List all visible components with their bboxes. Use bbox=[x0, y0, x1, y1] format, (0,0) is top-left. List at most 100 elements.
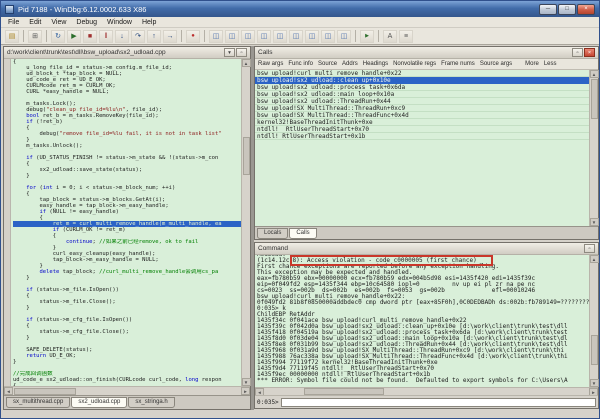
call-stack-frame-selected[interactable]: bsw_upload!sx2_udload::clean_up+0x10e bbox=[255, 77, 598, 84]
close-button[interactable]: × bbox=[577, 4, 595, 15]
calls-option-source[interactable]: Source bbox=[318, 61, 337, 67]
calls-option-more[interactable]: More bbox=[525, 61, 539, 67]
scroll-up-icon[interactable]: ▲ bbox=[590, 255, 599, 263]
locals-window-button[interactable]: ◫ bbox=[241, 30, 255, 43]
float-icon[interactable]: ▫ bbox=[236, 48, 247, 57]
step-over-button[interactable]: ↷ bbox=[131, 30, 145, 43]
registers-window-button[interactable]: ◫ bbox=[257, 30, 271, 43]
scroll-thumb[interactable] bbox=[591, 335, 598, 365]
scroll-up-icon[interactable]: ▲ bbox=[590, 70, 599, 78]
command-input[interactable] bbox=[281, 398, 596, 407]
menu-file[interactable]: File bbox=[3, 19, 24, 26]
source-line[interactable]: delete tap_block; //curl_multi_remove_ha… bbox=[13, 269, 241, 275]
stop-debugging-button[interactable]: ■ bbox=[83, 30, 97, 43]
float-icon[interactable]: ▫ bbox=[584, 244, 595, 253]
open-source-file-button[interactable]: ▤ bbox=[5, 30, 19, 43]
copy-button[interactable]: ⊞ bbox=[28, 30, 42, 43]
scratch-pad-window-icon: ◫ bbox=[325, 33, 332, 40]
calls-window-icon: ◫ bbox=[293, 33, 300, 40]
source-horizontal-scrollbar[interactable]: ◄ ► bbox=[4, 386, 250, 395]
calls-option-addrs[interactable]: Addrs bbox=[342, 61, 358, 67]
command-vertical-scrollbar[interactable]: ▲ ▼ bbox=[589, 255, 598, 387]
scroll-down-icon[interactable]: ▼ bbox=[590, 379, 599, 387]
source-mode-button[interactable]: ▶ bbox=[360, 30, 374, 43]
scroll-thumb[interactable] bbox=[243, 137, 250, 175]
calls-option-frame-nums[interactable]: Frame nums bbox=[441, 61, 475, 67]
memory-window-button[interactable]: ◫ bbox=[273, 30, 287, 43]
watch-window-button[interactable]: ◫ bbox=[225, 30, 239, 43]
source-line[interactable]: if (UD_STATUS_FINISH != status->m_state … bbox=[13, 155, 241, 161]
source-line[interactable]: debug("remove file_id=%lu fail, it is no… bbox=[13, 131, 241, 137]
run-to-cursor-button[interactable]: → bbox=[163, 30, 177, 43]
menu-bar: FileEditViewDebugWindowHelp bbox=[1, 17, 599, 28]
menu-debug[interactable]: Debug bbox=[71, 19, 102, 26]
scroll-down-icon[interactable]: ▼ bbox=[590, 218, 599, 226]
restart-button[interactable]: ↻ bbox=[51, 30, 65, 43]
close-pane-icon[interactable]: × bbox=[584, 48, 595, 57]
scroll-down-icon[interactable]: ▼ bbox=[242, 378, 251, 386]
go-button[interactable]: ▶ bbox=[67, 30, 81, 43]
source-vertical-scrollbar[interactable]: ▲ ▼ bbox=[241, 59, 250, 386]
call-stack-frame[interactable]: ntdll!__RtlUserThreadStart+0x70 bbox=[255, 126, 598, 133]
step-into-button[interactable]: ↓ bbox=[115, 30, 129, 43]
step-out-button[interactable]: ↑ bbox=[147, 30, 161, 43]
app-icon bbox=[5, 5, 14, 14]
tab-calls[interactable]: Calls bbox=[289, 228, 316, 239]
call-stack-frame[interactable]: kernel32!BaseThreadInitThunk+0xe bbox=[255, 119, 598, 126]
font-button[interactable]: A bbox=[383, 30, 397, 43]
scroll-left-icon[interactable]: ◄ bbox=[4, 387, 13, 395]
tab-locals[interactable]: Locals bbox=[257, 228, 288, 239]
tab-sx2-udload-cpp[interactable]: sx2_udload.cpp bbox=[71, 397, 127, 408]
break-button[interactable]: ‖ bbox=[99, 30, 113, 43]
call-stack-frame[interactable]: bsw_upload!curl_multi_remove_handle+0x22 bbox=[255, 70, 598, 77]
call-stack-frame[interactable]: bsw_upload!sx2_udload::process_task+0x6d… bbox=[255, 84, 598, 91]
menu-help[interactable]: Help bbox=[137, 19, 161, 26]
dock-icon[interactable]: ▾ bbox=[224, 48, 235, 57]
menu-view[interactable]: View bbox=[46, 19, 71, 26]
breakpoint-gutter[interactable] bbox=[4, 59, 11, 386]
minimize-button[interactable]: ─ bbox=[539, 4, 557, 15]
calls-option-headings[interactable]: Headings bbox=[363, 61, 388, 67]
scroll-thumb[interactable] bbox=[14, 388, 76, 395]
command-window-button[interactable]: ◫ bbox=[209, 30, 223, 43]
insert-breakpoint-button[interactable]: ● bbox=[186, 30, 200, 43]
insert-breakpoint-icon: ● bbox=[191, 33, 195, 39]
toolbar-separator bbox=[378, 30, 379, 42]
calls-option-raw-args[interactable]: Raw args bbox=[258, 61, 283, 67]
command-horizontal-scrollbar[interactable]: ◄ ► bbox=[255, 387, 598, 395]
call-stack-frame[interactable]: bsw_upload!SX_MultiThread::ThreadRun+0xc… bbox=[255, 105, 598, 112]
source-line[interactable]: ud_code_e sx2_udload::on_finish(CURLcode… bbox=[13, 377, 241, 383]
scratch-pad-window-button[interactable]: ◫ bbox=[321, 30, 335, 43]
call-stack-frame[interactable]: bsw_upload!SX_MultiThread::ThreadFunc+0x… bbox=[255, 112, 598, 119]
float-icon[interactable]: ▫ bbox=[572, 48, 583, 57]
scroll-right-icon[interactable]: ► bbox=[241, 387, 250, 395]
disassembly-window-icon: ◫ bbox=[309, 33, 316, 40]
source-code[interactable]: { u_long file_id = status->m_config.m_fi… bbox=[13, 59, 241, 386]
calls-vertical-scrollbar[interactable]: ▲ ▼ bbox=[589, 70, 598, 226]
scroll-thumb[interactable] bbox=[304, 388, 384, 395]
calls-options-toolbar: Raw args Func info Source Addrs Headings Nonv… bbox=[255, 59, 598, 70]
call-stack-frame[interactable]: bsw_upload!sx2_udload::ThreadRun+0x44 bbox=[255, 98, 598, 105]
calls-option-less[interactable]: Less bbox=[544, 61, 557, 67]
command-input-row: 0:035> bbox=[255, 395, 598, 408]
menu-edit[interactable]: Edit bbox=[24, 19, 46, 26]
processes-window-button[interactable]: ◫ bbox=[337, 30, 351, 43]
menu-window[interactable]: Window bbox=[102, 19, 137, 26]
tab-sx-stringa-h[interactable]: sx_stringa.h bbox=[128, 397, 174, 408]
calls-option-nonvolatile-regs[interactable]: Nonvolatile regs bbox=[393, 61, 436, 67]
calls-option-func-info[interactable]: Func info bbox=[288, 61, 313, 67]
source-editor[interactable]: { u_long file_id = status->m_config.m_fi… bbox=[4, 59, 250, 386]
maximize-button[interactable]: □ bbox=[558, 4, 576, 15]
call-stack-frame[interactable]: ntdll!_RtlUserThreadStart+0x1b bbox=[255, 133, 598, 140]
calls-option-source-args[interactable]: Source args bbox=[480, 61, 512, 67]
scroll-thumb[interactable] bbox=[591, 79, 598, 119]
options-button[interactable]: ≡ bbox=[399, 30, 413, 43]
calls-window-button[interactable]: ◫ bbox=[289, 30, 303, 43]
scroll-up-icon[interactable]: ▲ bbox=[242, 59, 251, 67]
call-stack-list[interactable]: bsw_upload!curl_multi_remove_handle+0x22… bbox=[255, 70, 598, 226]
disassembly-window-button[interactable]: ◫ bbox=[305, 30, 319, 43]
options-icon: ≡ bbox=[404, 33, 408, 40]
window-title: Pid 7188 - WinDbg:6.12.0002.633 X86 bbox=[18, 5, 146, 14]
tab-sx-multithread-cpp[interactable]: sx_multithread.cpp bbox=[6, 397, 70, 408]
call-stack-frame[interactable]: bsw_upload!sx2_udload::main_loop+0x10a bbox=[255, 91, 598, 98]
